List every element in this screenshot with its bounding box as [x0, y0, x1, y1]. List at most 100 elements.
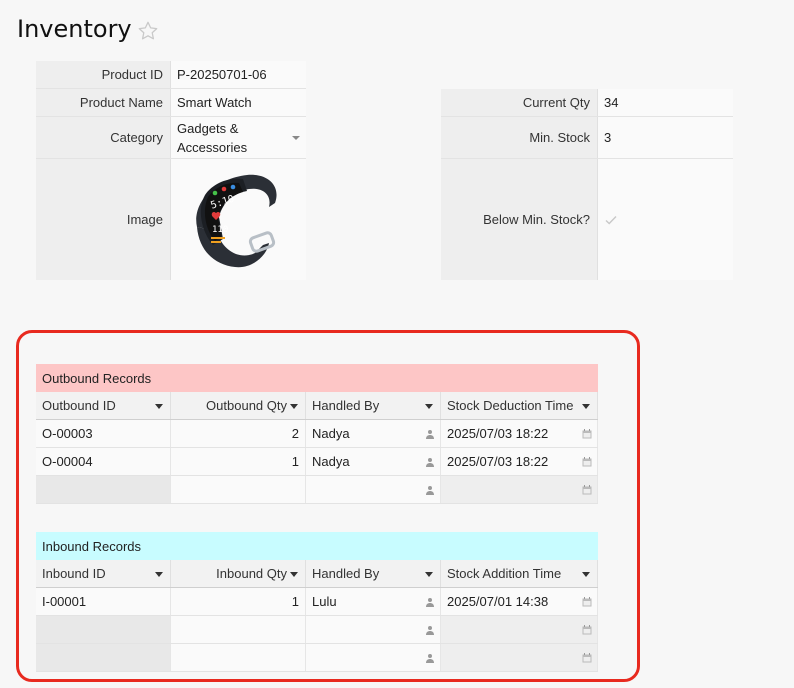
min-stock-label: Min. Stock — [441, 117, 598, 158]
table-row[interactable]: O-00004 1 Nadya 2025/07/03 18:22 — [36, 448, 598, 476]
handled-by-value: Nadya — [312, 426, 350, 441]
outbound-id-cell — [36, 476, 171, 503]
min-stock-field[interactable]: 3 — [598, 117, 733, 158]
outbound-header: Outbound ID Outbound Qty Handled By Stoc… — [36, 392, 598, 420]
calendar-icon[interactable] — [582, 428, 592, 439]
header-label: Stock Deduction Time — [447, 398, 574, 413]
category-value-line2: Accessories — [177, 139, 248, 155]
time-value: 2025/07/03 18:22 — [447, 454, 549, 469]
star-icon[interactable] — [137, 20, 159, 42]
handled-by-value: Lulu — [312, 594, 337, 609]
current-qty-row: Current Qty 34 — [441, 89, 733, 117]
product-name-label: Product Name — [36, 89, 171, 116]
column-header-outbound-id[interactable]: Outbound ID — [36, 392, 171, 419]
product-name-field[interactable]: Smart Watch — [171, 89, 306, 116]
current-qty-field[interactable]: 34 — [598, 89, 733, 116]
user-icon[interactable] — [425, 653, 435, 663]
category-value-line1: Gadgets & — [177, 120, 239, 136]
time-value: 2025/07/01 14:38 — [447, 594, 549, 609]
product-id-label: Product ID — [36, 61, 171, 88]
below-min-label: Below Min. Stock? — [441, 159, 598, 280]
calendar-icon[interactable] — [582, 624, 592, 635]
page-title: Inventory — [17, 15, 132, 43]
inbound-header: Inbound ID Inbound Qty Handled By Stock … — [36, 560, 598, 588]
user-icon[interactable] — [425, 597, 435, 607]
calendar-icon[interactable] — [582, 456, 592, 467]
user-icon[interactable] — [425, 429, 435, 439]
column-header-deduction-time[interactable]: Stock Deduction Time — [441, 392, 598, 419]
handled-by-cell[interactable]: Nadya — [306, 420, 441, 447]
addition-time-cell[interactable] — [441, 616, 598, 643]
product-id-field[interactable]: P-20250701-06 — [171, 61, 306, 88]
sort-caret-icon — [425, 571, 433, 577]
below-min-row: Below Min. Stock? — [441, 159, 733, 280]
deduction-time-cell[interactable]: 2025/07/03 18:22 — [441, 420, 598, 447]
header-label: Outbound Qty — [206, 398, 287, 413]
column-header-handled-by[interactable]: Handled By — [306, 560, 441, 587]
sort-caret-icon — [290, 403, 298, 409]
handled-by-value: Nadya — [312, 454, 350, 469]
handled-by-cell[interactable]: Nadya — [306, 448, 441, 475]
column-header-addition-time[interactable]: Stock Addition Time — [441, 560, 598, 587]
user-icon[interactable] — [425, 457, 435, 467]
addition-time-cell[interactable] — [441, 644, 598, 671]
min-stock-row: Min. Stock 3 — [441, 117, 733, 159]
product-name-row: Product Name Smart Watch — [36, 89, 306, 117]
inbound-title: Inbound Records — [36, 532, 598, 560]
outbound-qty-cell[interactable]: 1 — [171, 448, 306, 475]
header-label: Inbound ID — [42, 566, 106, 581]
handled-by-cell[interactable] — [306, 644, 441, 671]
table-row[interactable]: O-00003 2 Nadya 2025/07/03 18:22 — [36, 420, 598, 448]
category-select[interactable]: Gadgets & Accessories — [171, 117, 306, 158]
handled-by-cell[interactable] — [306, 616, 441, 643]
calendar-icon[interactable] — [582, 652, 592, 663]
outbound-qty-cell[interactable]: 2 — [171, 420, 306, 447]
user-icon[interactable] — [425, 625, 435, 635]
category-label: Category — [36, 117, 171, 158]
handled-by-cell[interactable] — [306, 476, 441, 503]
inbound-id-cell — [36, 644, 171, 671]
header-label: Handled By — [312, 566, 380, 581]
column-header-inbound-id[interactable]: Inbound ID — [36, 560, 171, 587]
image-label: Image — [36, 159, 171, 280]
time-value: 2025/07/03 18:22 — [447, 426, 549, 441]
calendar-icon[interactable] — [582, 484, 592, 495]
new-table-row[interactable] — [36, 476, 598, 504]
new-table-row[interactable] — [36, 616, 598, 644]
sort-caret-icon — [425, 403, 433, 409]
svg-text:110: 110 — [212, 225, 228, 235]
deduction-time-cell[interactable]: 2025/07/03 18:22 — [441, 448, 598, 475]
current-qty-label: Current Qty — [441, 89, 598, 116]
inbound-qty-cell[interactable] — [171, 616, 306, 643]
user-icon[interactable] — [425, 485, 435, 495]
image-row: Image 5:10 110 — [36, 159, 306, 280]
inbound-id-cell — [36, 616, 171, 643]
header-label: Inbound Qty — [216, 566, 287, 581]
inbound-id-cell[interactable]: I-00001 — [36, 588, 171, 615]
check-icon — [605, 215, 617, 224]
inbound-qty-cell[interactable]: 1 — [171, 588, 306, 615]
table-row[interactable]: I-00001 1 Lulu 2025/07/01 14:38 — [36, 588, 598, 616]
outbound-qty-cell[interactable] — [171, 476, 306, 503]
below-min-checkbox[interactable] — [598, 159, 733, 280]
addition-time-cell[interactable]: 2025/07/01 14:38 — [441, 588, 598, 615]
column-header-outbound-qty[interactable]: Outbound Qty — [171, 392, 306, 419]
column-header-inbound-qty[interactable]: Inbound Qty — [171, 560, 306, 587]
outbound-id-cell[interactable]: O-00003 — [36, 420, 171, 447]
header-label: Stock Addition Time — [447, 566, 562, 581]
inbound-qty-cell[interactable] — [171, 644, 306, 671]
outbound-title: Outbound Records — [36, 364, 598, 392]
deduction-time-cell[interactable] — [441, 476, 598, 503]
sort-caret-icon — [155, 571, 163, 577]
category-row: Category Gadgets & Accessories — [36, 117, 306, 159]
handled-by-cell[interactable]: Lulu — [306, 588, 441, 615]
product-image[interactable]: 5:10 110 — [171, 159, 306, 280]
new-table-row[interactable] — [36, 644, 598, 672]
product-id-row: Product ID P-20250701-06 — [36, 61, 306, 89]
smart-watch-image: 5:10 110 — [196, 174, 277, 267]
outbound-id-cell[interactable]: O-00004 — [36, 448, 171, 475]
chevron-down-icon — [292, 135, 300, 140]
inbound-table: Inbound Records Inbound ID Inbound Qty H… — [36, 532, 598, 672]
column-header-handled-by[interactable]: Handled By — [306, 392, 441, 419]
calendar-icon[interactable] — [582, 596, 592, 607]
